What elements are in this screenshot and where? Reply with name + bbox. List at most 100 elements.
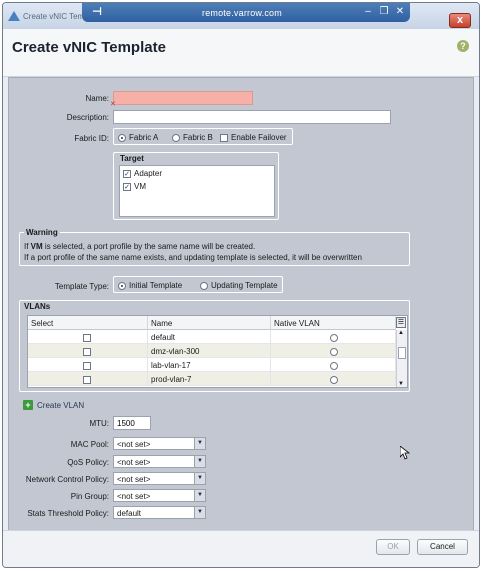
- fabric-a-label: Fabric A: [129, 133, 159, 142]
- ok-button[interactable]: OK: [376, 539, 410, 555]
- radio-icon: [200, 281, 208, 290]
- column-header-select[interactable]: Select: [28, 316, 148, 330]
- native-vlan-radio[interactable]: [330, 361, 338, 370]
- scroll-thumb[interactable]: [398, 347, 406, 359]
- create-vlan-link[interactable]: + Create VLAN: [23, 400, 84, 410]
- checkbox-icon: [220, 133, 228, 142]
- template-type-group: Initial Template Updating Template: [113, 276, 283, 293]
- target-vm-checkbox[interactable]: ✓ VM: [123, 182, 146, 191]
- chevron-down-icon[interactable]: ▼: [194, 490, 205, 501]
- pin-group-select[interactable]: <not set> ▼: [113, 489, 206, 502]
- table-row[interactable]: default: [28, 330, 396, 344]
- vlan-name: prod-vlan-7: [148, 372, 271, 386]
- native-vlan-radio[interactable]: [330, 375, 338, 384]
- form-panel: Name: ✕ Description: Fabric ID: Fabric A…: [8, 77, 474, 532]
- remote-close-icon[interactable]: ✕: [393, 6, 407, 18]
- table-scrollbar[interactable]: ▲ ▼: [396, 330, 407, 387]
- page-title: Create vNIC Template: [12, 39, 166, 56]
- app-logo-icon: [8, 11, 20, 21]
- target-adapter-label: Adapter: [134, 169, 163, 178]
- minimize-icon[interactable]: –: [361, 6, 375, 18]
- stats-threshold-policy-value: default: [117, 509, 142, 518]
- network-control-policy-value: <not set>: [117, 475, 151, 484]
- vlan-select-checkbox[interactable]: [83, 347, 91, 356]
- scroll-down-icon[interactable]: ▼: [398, 381, 404, 387]
- mtu-input[interactable]: [113, 416, 151, 430]
- close-window-button[interactable]: x: [449, 13, 471, 28]
- target-group: Target ✓ Adapter ✓ VM: [113, 152, 279, 220]
- dialog-footer: OK Cancel: [3, 530, 479, 567]
- vlan-name: dmz-vlan-300: [148, 344, 271, 358]
- stats-threshold-policy-select[interactable]: default ▼: [113, 506, 206, 519]
- warning-message: If VM is selected, a port profile by the…: [24, 241, 409, 263]
- column-chooser-icon[interactable]: ☰: [396, 317, 406, 328]
- help-icon[interactable]: ?: [457, 40, 469, 52]
- target-vm-label: VM: [134, 182, 146, 191]
- vlan-select-checkbox[interactable]: [83, 361, 91, 370]
- radio-icon: [172, 133, 180, 142]
- warning-line-1: If VM is selected, a port profile by the…: [24, 242, 256, 251]
- error-icon: ✕: [110, 101, 116, 108]
- radio-selected-icon: [118, 281, 126, 290]
- vlans-title: VLANs: [24, 302, 51, 311]
- fabric-b-label: Fabric B: [183, 133, 213, 142]
- mac-pool-label: MAC Pool:: [70, 440, 109, 449]
- checkbox-checked-icon: ✓: [123, 169, 131, 178]
- qos-policy-label: QoS Policy:: [67, 458, 109, 467]
- table-row[interactable]: prod-vlan-7: [28, 372, 396, 386]
- checkbox-checked-icon: ✓: [123, 182, 131, 191]
- table-row[interactable]: lab-vlan-17: [28, 358, 396, 372]
- remote-host: remote.varrow.com: [202, 8, 282, 18]
- table-row[interactable]: dmz-vlan-300: [28, 344, 396, 358]
- mac-pool-value: <not set>: [117, 440, 151, 449]
- qos-policy-select[interactable]: <not set> ▼: [113, 455, 206, 468]
- chevron-down-icon[interactable]: ▼: [194, 507, 205, 518]
- radio-selected-icon: [118, 133, 126, 142]
- remote-session-bar[interactable]: ⊣ remote.varrow.com – ❐ ✕: [82, 3, 410, 22]
- target-list: ✓ Adapter ✓ VM: [119, 165, 275, 217]
- vlan-select-checkbox[interactable]: [83, 375, 91, 384]
- chevron-down-icon[interactable]: ▼: [194, 456, 205, 467]
- enable-failover-checkbox[interactable]: Enable Failover: [220, 133, 287, 142]
- enable-failover-label: Enable Failover: [231, 133, 287, 142]
- description-input[interactable]: [113, 110, 391, 124]
- restore-icon[interactable]: ❐: [377, 6, 391, 18]
- fabric-b-radio[interactable]: Fabric B: [172, 133, 213, 142]
- create-vnic-template-window: Create vNIC Template ⊣ remote.varrow.com…: [2, 2, 480, 568]
- network-control-policy-select[interactable]: <not set> ▼: [113, 472, 206, 485]
- cancel-button[interactable]: Cancel: [417, 539, 468, 555]
- mac-pool-select[interactable]: <not set> ▼: [113, 437, 206, 450]
- target-title: Target: [120, 154, 144, 163]
- vlan-name: lab-vlan-17: [148, 358, 271, 372]
- target-adapter-checkbox[interactable]: ✓ Adapter: [123, 169, 162, 178]
- name-input[interactable]: [113, 91, 253, 105]
- warning-group: Warning If VM is selected, a port profil…: [19, 228, 410, 266]
- vlan-select-checkbox[interactable]: [83, 333, 91, 342]
- column-header-name[interactable]: Name: [148, 316, 271, 330]
- fabric-id-group: Fabric A Fabric B Enable Failover: [113, 128, 293, 145]
- updating-template-radio[interactable]: Updating Template: [200, 281, 278, 290]
- pin-group-value: <not set>: [117, 492, 151, 501]
- mouse-cursor-icon: [400, 446, 410, 460]
- initial-template-radio[interactable]: Initial Template: [118, 281, 182, 290]
- window-titlebar[interactable]: Create vNIC Template ⊣ remote.varrow.com…: [3, 3, 479, 29]
- dialog-header: Create vNIC Template ?: [3, 29, 479, 77]
- updating-template-label: Updating Template: [211, 281, 278, 290]
- description-label: Description:: [66, 113, 109, 122]
- chevron-down-icon[interactable]: ▼: [194, 473, 205, 484]
- stats-threshold-policy-label: Stats Threshold Policy:: [27, 509, 109, 518]
- native-vlan-radio[interactable]: [330, 347, 338, 356]
- native-vlan-radio[interactable]: [330, 333, 338, 342]
- name-label: Name:: [85, 94, 109, 103]
- plus-icon: +: [23, 400, 33, 410]
- pin-icon[interactable]: ⊣: [92, 6, 104, 18]
- template-type-label: Template Type:: [54, 282, 109, 291]
- initial-template-label: Initial Template: [129, 281, 183, 290]
- column-header-native-vlan[interactable]: Native VLAN: [271, 316, 396, 330]
- network-control-policy-label: Network Control Policy:: [25, 475, 109, 484]
- scroll-up-icon[interactable]: ▲: [398, 330, 404, 336]
- vlan-name: default: [148, 330, 271, 344]
- qos-policy-value: <not set>: [117, 458, 151, 467]
- chevron-down-icon[interactable]: ▼: [194, 438, 205, 449]
- fabric-a-radio[interactable]: Fabric A: [118, 133, 158, 142]
